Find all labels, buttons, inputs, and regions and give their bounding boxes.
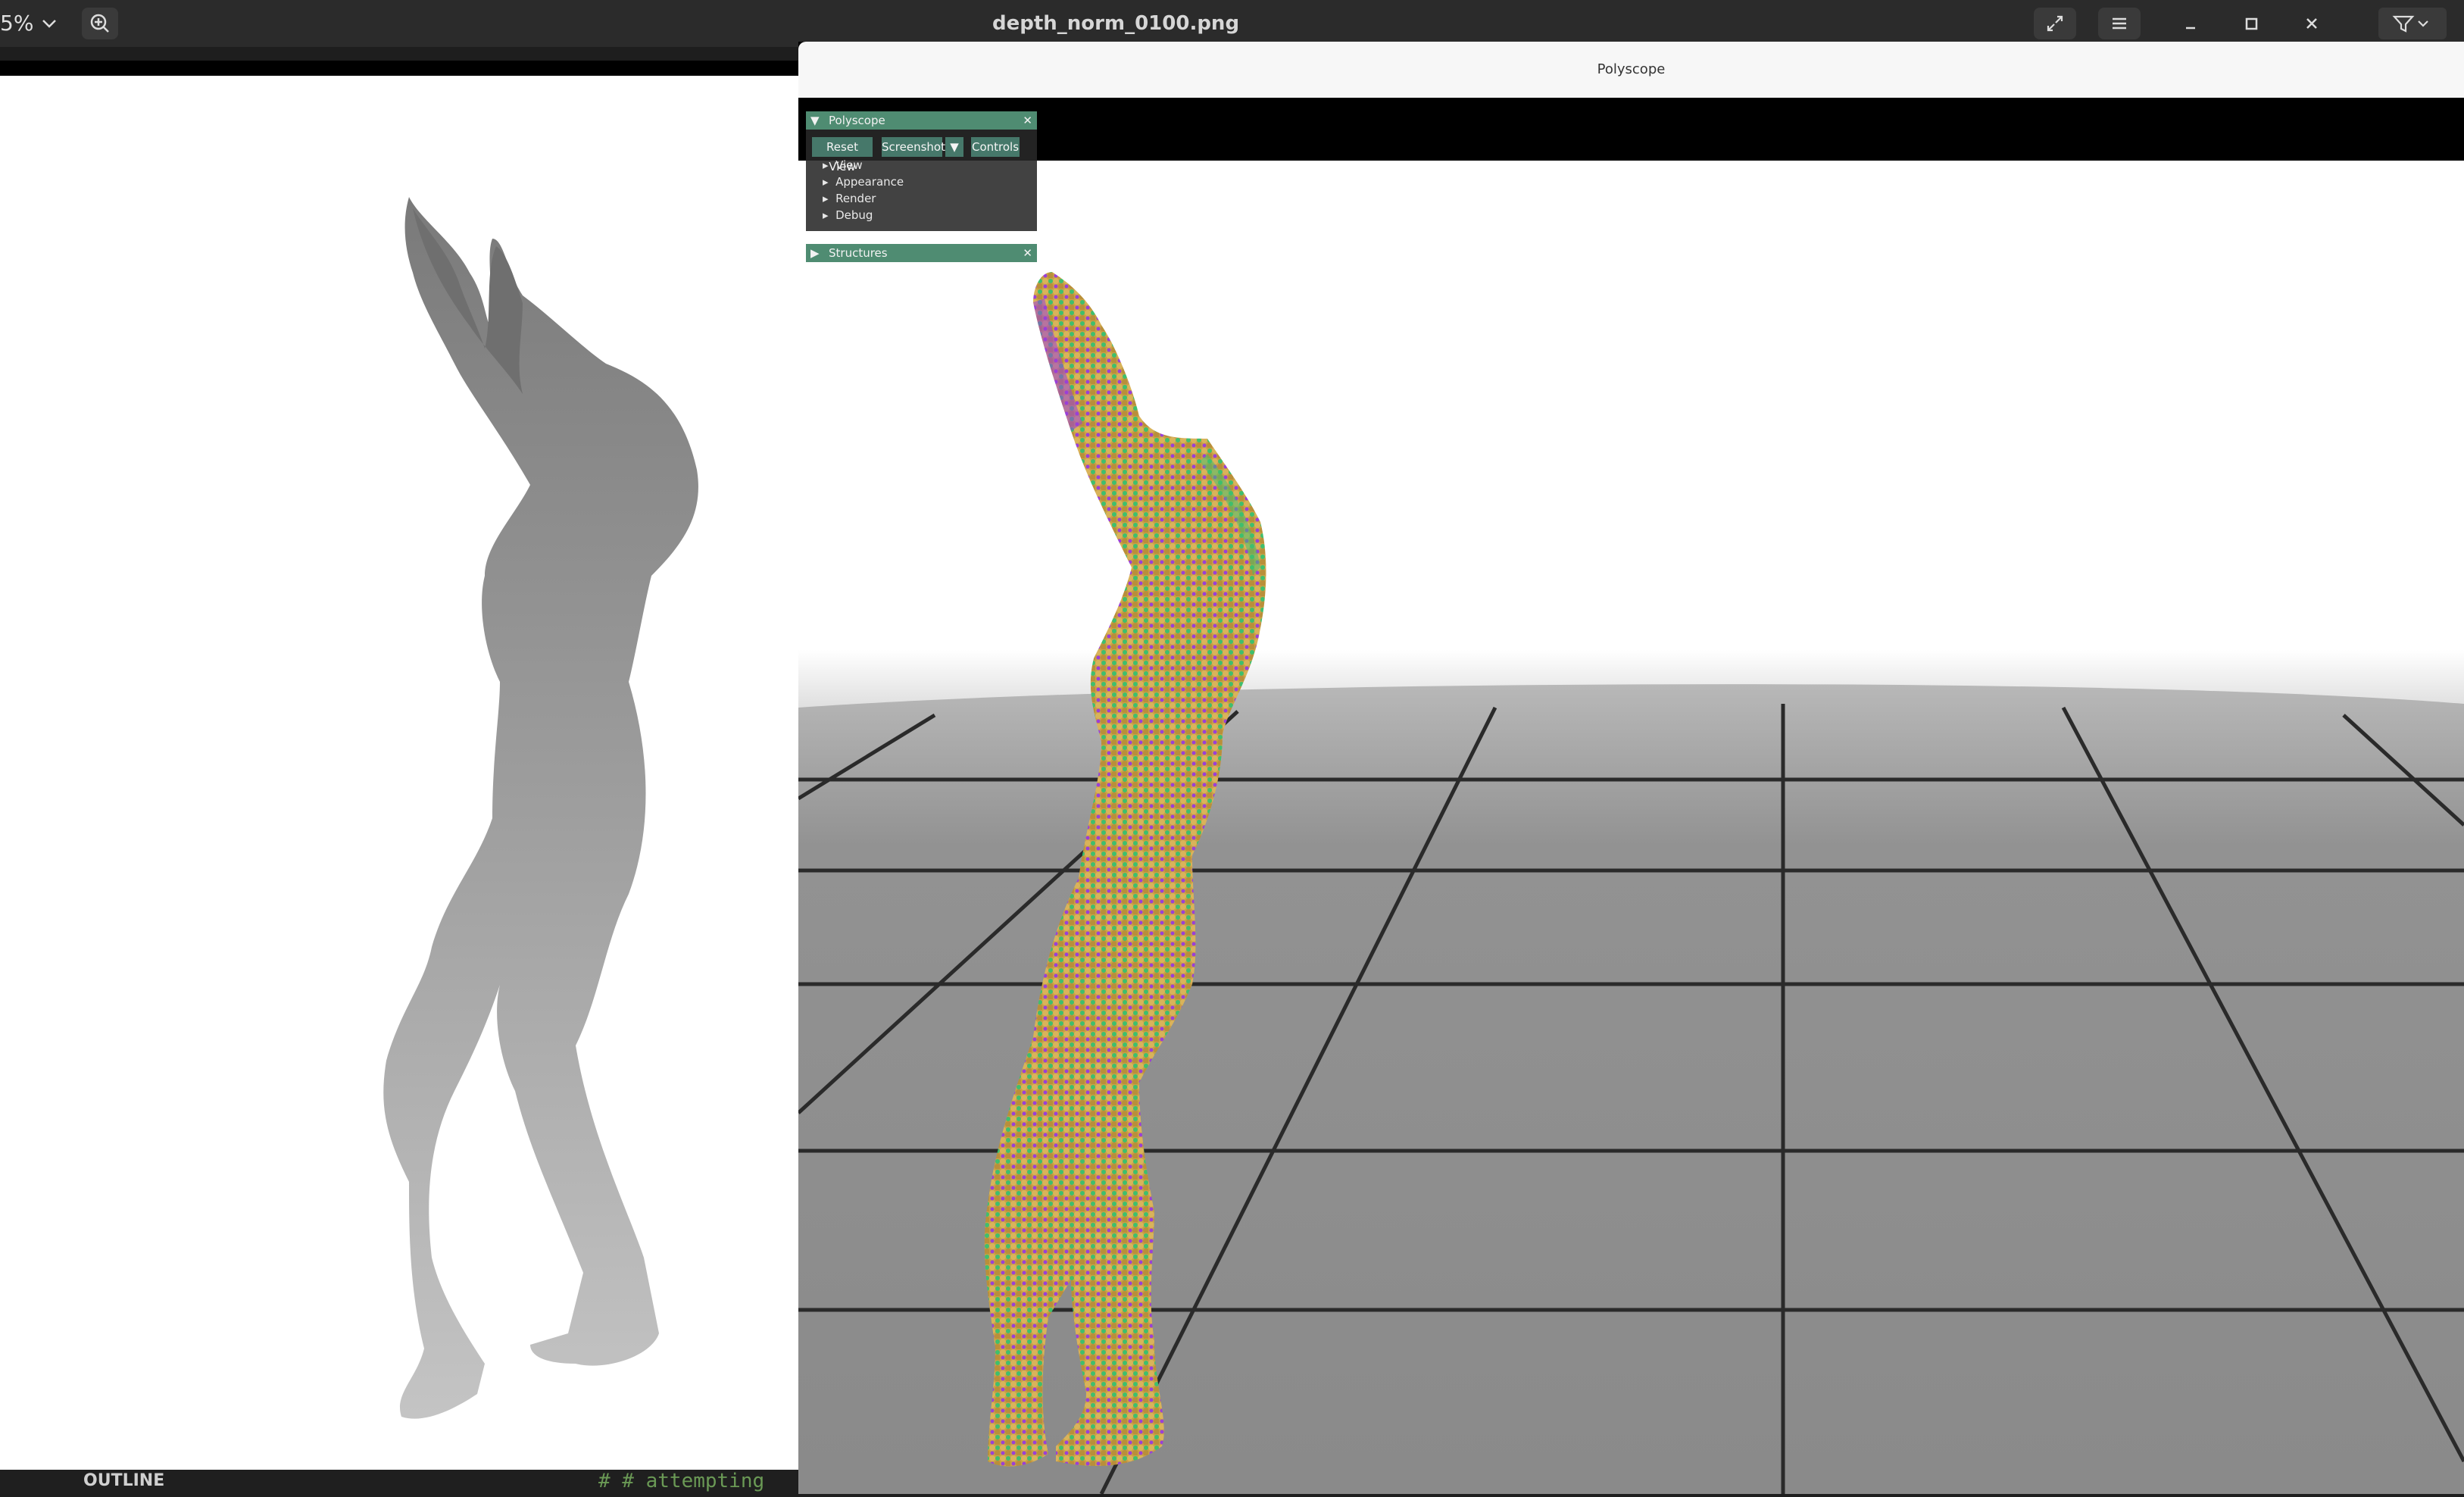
- depth-image: [0, 76, 798, 1470]
- menu-icon[interactable]: [2098, 8, 2141, 39]
- polyscope-panel-header[interactable]: ▼ Polyscope ✕: [806, 111, 1037, 130]
- structures-close-icon[interactable]: ✕: [1023, 244, 1032, 262]
- zoom-in-icon[interactable]: [82, 8, 118, 39]
- structures-panel: ▶ Structures ✕: [806, 244, 1037, 262]
- polyscope-panel-title: Polyscope: [829, 114, 885, 127]
- tree-item-render[interactable]: ▸ Render: [823, 192, 876, 205]
- expand-triangle-icon[interactable]: ▶: [810, 244, 820, 262]
- controls-button[interactable]: Controls: [971, 137, 1020, 157]
- minimize-icon[interactable]: [2174, 8, 2207, 39]
- polyscope-viewport[interactable]: ▼ Polyscope ✕ Reset View Screenshot ▼ Co…: [797, 98, 2464, 1495]
- polyscope-panel: ▼ Polyscope ✕ Reset View Screenshot ▼ Co…: [806, 111, 1037, 231]
- screenshot-button[interactable]: Screenshot: [882, 137, 945, 157]
- filter-icon[interactable]: [2378, 8, 2447, 39]
- tree-item-debug[interactable]: ▸ Debug: [823, 208, 873, 222]
- polyscope-window-title: Polyscope: [1597, 61, 1666, 77]
- outline-label[interactable]: OUTLINE: [83, 1471, 164, 1490]
- tree-item-appearance[interactable]: ▸ Appearance: [823, 175, 904, 189]
- code-snippet: # # attempting: [598, 1470, 765, 1492]
- viewer-title: depth_norm_0100.png: [992, 12, 1240, 35]
- tree-item-view[interactable]: ▸ View: [823, 158, 863, 172]
- zoom-dropdown-icon[interactable]: [34, 8, 64, 39]
- structures-panel-title: Structures: [829, 246, 888, 260]
- close-icon[interactable]: [2295, 8, 2328, 39]
- fullscreen-icon[interactable]: [2034, 8, 2076, 39]
- maximize-icon[interactable]: [2234, 8, 2268, 39]
- zoom-level[interactable]: 5%: [0, 0, 33, 47]
- polyscope-titlebar: Polyscope: [798, 42, 2464, 98]
- viewer-toolbar-strip: [0, 61, 798, 76]
- panel-close-icon[interactable]: ✕: [1023, 111, 1032, 130]
- image-viewer-titlebar: 5% depth_norm_0100.png: [0, 0, 2464, 47]
- reset-view-button[interactable]: Reset View: [812, 137, 873, 173]
- structures-panel-header[interactable]: ▶ Structures ✕: [806, 244, 1037, 262]
- screenshot-dropdown-icon[interactable]: ▼: [945, 137, 963, 157]
- collapse-triangle-icon[interactable]: ▼: [810, 111, 820, 130]
- polyscope-window: Polyscope ▼ Polyscope ✕ Reset View Scree…: [797, 42, 2464, 1495]
